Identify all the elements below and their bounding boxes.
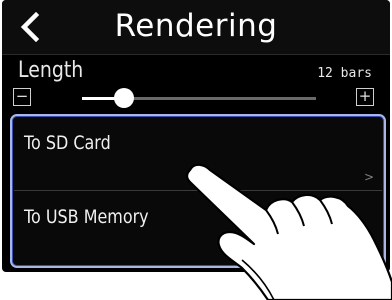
length-slider-knob[interactable]: [113, 88, 134, 108]
hand-tap-icon: [185, 163, 392, 300]
increase-button[interactable]: +: [356, 88, 374, 106]
page-title: Rendering: [114, 8, 278, 44]
device-screen: Rendering Length 12 bars − + To SD Card …: [0, 0, 392, 300]
length-value: 12 bars: [317, 66, 372, 81]
decrease-button[interactable]: −: [13, 88, 31, 106]
menu-item-label: To SD Card: [24, 132, 111, 154]
title-bar: Rendering: [2, 0, 390, 55]
menu-item-label: To USB Memory: [24, 206, 149, 228]
length-label: Length: [18, 58, 84, 83]
